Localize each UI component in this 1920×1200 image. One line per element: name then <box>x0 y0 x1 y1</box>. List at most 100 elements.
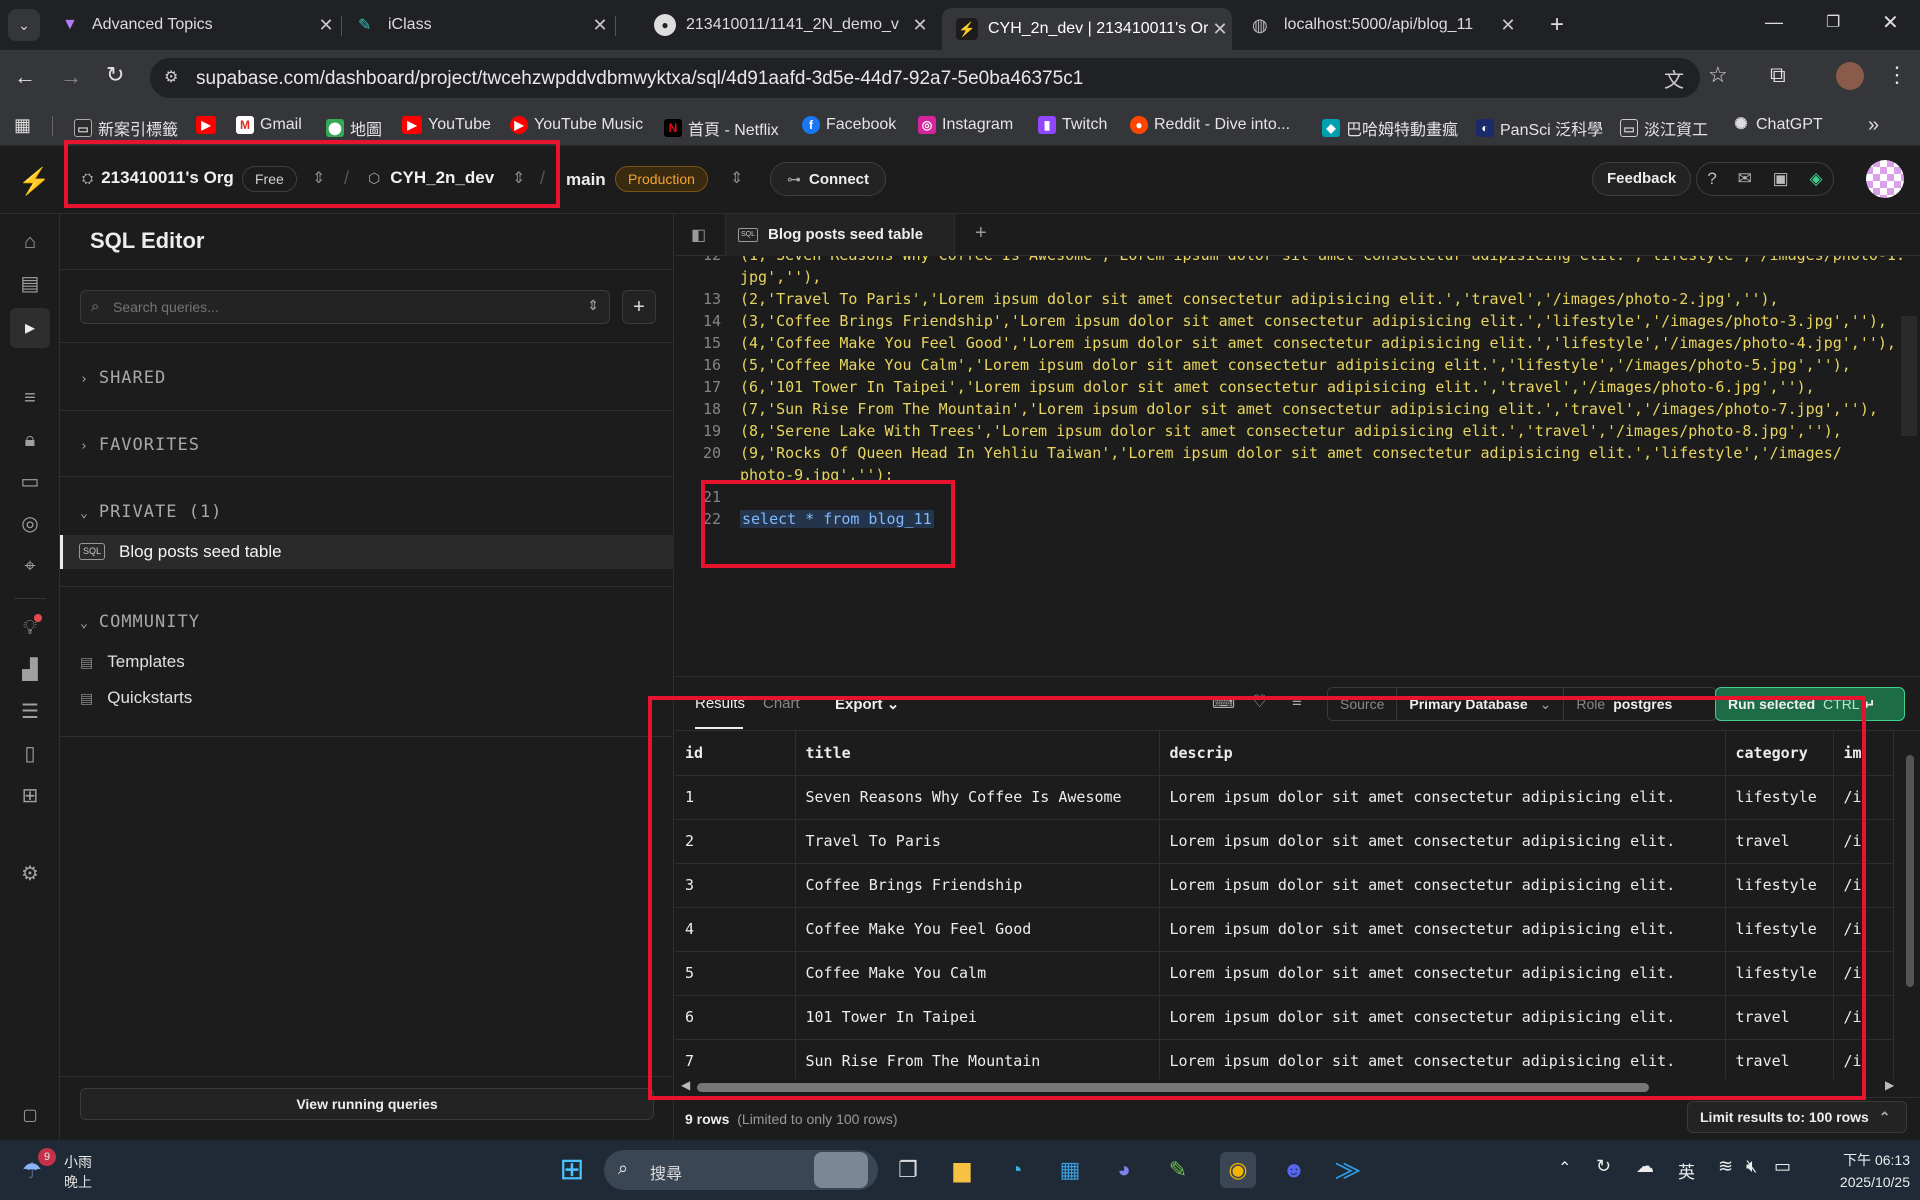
battery-icon[interactable]: ▭ <box>1774 1156 1791 1177</box>
query-item-active[interactable]: SQL Blog posts seed table <box>60 535 674 569</box>
table-cell[interactable]: Sun Rise From The Mountain <box>795 1039 1160 1079</box>
table-cell[interactable]: travel <box>1725 995 1834 1040</box>
inbox-icon[interactable]: ✉ <box>1738 169 1752 189</box>
column-header[interactable]: title <box>795 731 1160 776</box>
browser-tab[interactable]: ▼ Advanced Topics ✕ <box>48 8 338 42</box>
vscode-icon[interactable]: ⨠ <box>1330 1152 1366 1188</box>
limit-results-dropdown[interactable]: Limit results to: 100 rows ⌃ <box>1687 1101 1907 1133</box>
bookmark-item[interactable]: ▶ YouTube <box>402 116 491 134</box>
browser-tab[interactable]: ● 213410011/1141_2N_demo_v ✕ <box>640 8 932 42</box>
section-community[interactable]: ⌄ COMMUNITY <box>80 612 200 632</box>
table-cell[interactable]: Lorem ipsum dolor sit amet consectetur a… <box>1159 907 1726 952</box>
restore-button[interactable]: ❐ <box>1826 12 1840 32</box>
view-running-queries-button[interactable]: View running queries <box>80 1088 654 1120</box>
edge-icon[interactable]: ◔ <box>998 1152 1034 1188</box>
format-lines-icon[interactable]: ≡ <box>1292 692 1302 712</box>
new-query-button[interactable]: + <box>622 290 656 324</box>
home-icon[interactable]: ⌂ <box>18 230 42 254</box>
discord-icon[interactable]: ☻ <box>1276 1152 1312 1188</box>
table-cell[interactable]: /i <box>1833 863 1894 908</box>
table-cell[interactable]: /i <box>1833 775 1894 820</box>
table-cell[interactable]: /i <box>1833 1039 1894 1079</box>
table-cell[interactable]: /i <box>1833 995 1894 1040</box>
bookmark-item[interactable]: ▮ Twitch <box>1038 116 1107 134</box>
table-row[interactable]: 1 Seven Reasons Why Coffee Is Awesome Lore… <box>675 775 1894 820</box>
table-cell[interactable]: lifestyle <box>1725 775 1834 820</box>
run-selected-button[interactable]: Run selected CTRL ↵ <box>1715 687 1905 721</box>
close-window-button[interactable]: ✕ <box>1882 10 1899 35</box>
tab-chart[interactable]: Chart <box>763 695 800 712</box>
chevron-updown-icon[interactable]: ⇕ <box>512 168 525 188</box>
settings-gear-icon[interactable]: ⚙ <box>18 862 42 886</box>
help-icon[interactable]: ? <box>1707 169 1716 189</box>
connect-button[interactable]: ⊶ Connect <box>770 162 886 196</box>
feedback-button[interactable]: Feedback <box>1592 162 1692 196</box>
profile-avatar[interactable] <box>1836 62 1864 90</box>
bookmark-item[interactable]: ▶ YouTube Music <box>510 116 643 134</box>
url-text[interactable]: supabase.com/dashboard/project/twcehzwpd… <box>196 68 1083 90</box>
table-cell[interactable]: Travel To Paris <box>795 819 1160 864</box>
table-cell[interactable]: Lorem ipsum dolor sit amet consectetur a… <box>1159 863 1726 908</box>
table-cell[interactable]: lifestyle <box>1725 907 1834 952</box>
minimize-button[interactable]: — <box>1765 12 1783 33</box>
integrations-icon[interactable]: ⊞ <box>18 784 42 808</box>
url-box[interactable]: ⚙ supabase.com/dashboard/project/twcehzw… <box>150 58 1700 98</box>
table-cell[interactable]: Lorem ipsum dolor sit amet consectetur a… <box>1159 775 1726 820</box>
table-cell[interactable]: Lorem ipsum dolor sit amet consectetur a… <box>1159 819 1726 864</box>
close-icon[interactable]: ✕ <box>908 15 932 36</box>
table-cell[interactable]: 6 <box>675 995 796 1040</box>
vertical-scrollbar[interactable] <box>1903 737 1917 1079</box>
weather-widget[interactable]: ☂ 9 小雨 晚上 <box>22 1148 112 1192</box>
section-favorites[interactable]: › FAVORITES <box>80 435 200 455</box>
table-cell[interactable]: Lorem ipsum dolor sit amet consectetur a… <box>1159 995 1726 1040</box>
horizontal-scrollbar[interactable]: ◀ ▶ <box>675 1078 1903 1095</box>
chevron-updown-icon[interactable]: ⇕ <box>730 168 743 188</box>
forward-button[interactable]: → <box>60 64 82 90</box>
volume-mute-icon[interactable]: 🔇︎ <box>1746 1156 1757 1177</box>
table-cell[interactable]: Coffee Make You Calm <box>795 951 1160 996</box>
table-cell[interactable]: travel <box>1725 819 1834 864</box>
tab-results[interactable]: Results <box>695 695 745 712</box>
task-view-icon[interactable]: ❐ <box>890 1152 926 1188</box>
bookmark-item[interactable]: M Gmail <box>236 116 302 134</box>
taskbar-search[interactable]: ⌕ 搜尋 <box>604 1150 878 1190</box>
store-icon[interactable]: ▦ <box>1052 1152 1088 1188</box>
sql-editor-icon[interactable]: ▸ <box>10 308 50 348</box>
table-cell[interactable]: Lorem ipsum dolor sit amet consectetur a… <box>1159 951 1726 996</box>
menu-kebab-icon[interactable]: ⋮ <box>1886 62 1908 88</box>
table-cell[interactable]: Coffee Brings Friendship <box>795 863 1160 908</box>
table-cell[interactable]: Seven Reasons Why Coffee Is Awesome <box>795 775 1160 820</box>
project-selector[interactable]: ⬡ CYH_2n_dev <box>368 168 494 188</box>
collapse-sidebar-icon[interactable]: ▢ <box>18 1104 42 1128</box>
add-tab-icon[interactable]: + <box>975 222 987 245</box>
browser-tab[interactable]: ✎ iClass ✕ <box>344 8 612 42</box>
assistant-icon[interactable]: ◈ <box>1810 169 1823 189</box>
close-icon[interactable]: ✕ <box>314 15 338 36</box>
reload-button[interactable]: ↻ <box>106 62 124 88</box>
more-bookmarks-icon[interactable]: » <box>1868 114 1879 137</box>
close-icon[interactable]: ✕ <box>588 15 612 36</box>
edge-functions-icon[interactable]: ◎ <box>18 512 42 536</box>
supabase-logo-icon[interactable]: ⚡ <box>18 166 50 197</box>
bookmark-item[interactable]: ▭ 淡江資工 <box>1620 116 1708 140</box>
back-button[interactable]: ← <box>14 64 36 90</box>
favorite-heart-icon[interactable]: ♡ <box>1252 692 1267 712</box>
clock[interactable]: 下午 06:13 2025/10/25 <box>1810 1150 1910 1190</box>
tab-search-button[interactable]: ⌄ <box>8 9 40 41</box>
site-info-icon[interactable]: ⚙ <box>164 67 178 87</box>
search-input[interactable] <box>113 296 553 318</box>
advisors-icon[interactable]: 💡︎ <box>18 614 42 640</box>
table-row[interactable]: 2 Travel To Paris Lorem ipsum dolor sit am… <box>675 819 1894 864</box>
bookmark-item[interactable]: N 首頁 - Netflix <box>664 116 779 140</box>
source-selector[interactable]: Source Primary Database ⌄ Role postgres <box>1327 687 1717 721</box>
table-editor-icon[interactable]: ▤ <box>18 272 42 296</box>
bookmark-star-icon[interactable]: ☆ <box>1708 62 1728 88</box>
cloud-icon[interactable]: ☁ <box>1636 1156 1654 1177</box>
column-header[interactable]: im <box>1833 731 1894 776</box>
wifi-icon[interactable]: ≋ <box>1718 1156 1733 1177</box>
branch-name[interactable]: main <box>566 170 606 190</box>
sync-icon[interactable]: ↻ <box>1596 1156 1611 1177</box>
api-docs-icon[interactable]: ▯ <box>18 742 42 766</box>
table-row[interactable]: 5 Coffee Make You Calm Lorem ipsum dolor s… <box>675 951 1894 996</box>
user-avatar[interactable] <box>1866 160 1904 198</box>
